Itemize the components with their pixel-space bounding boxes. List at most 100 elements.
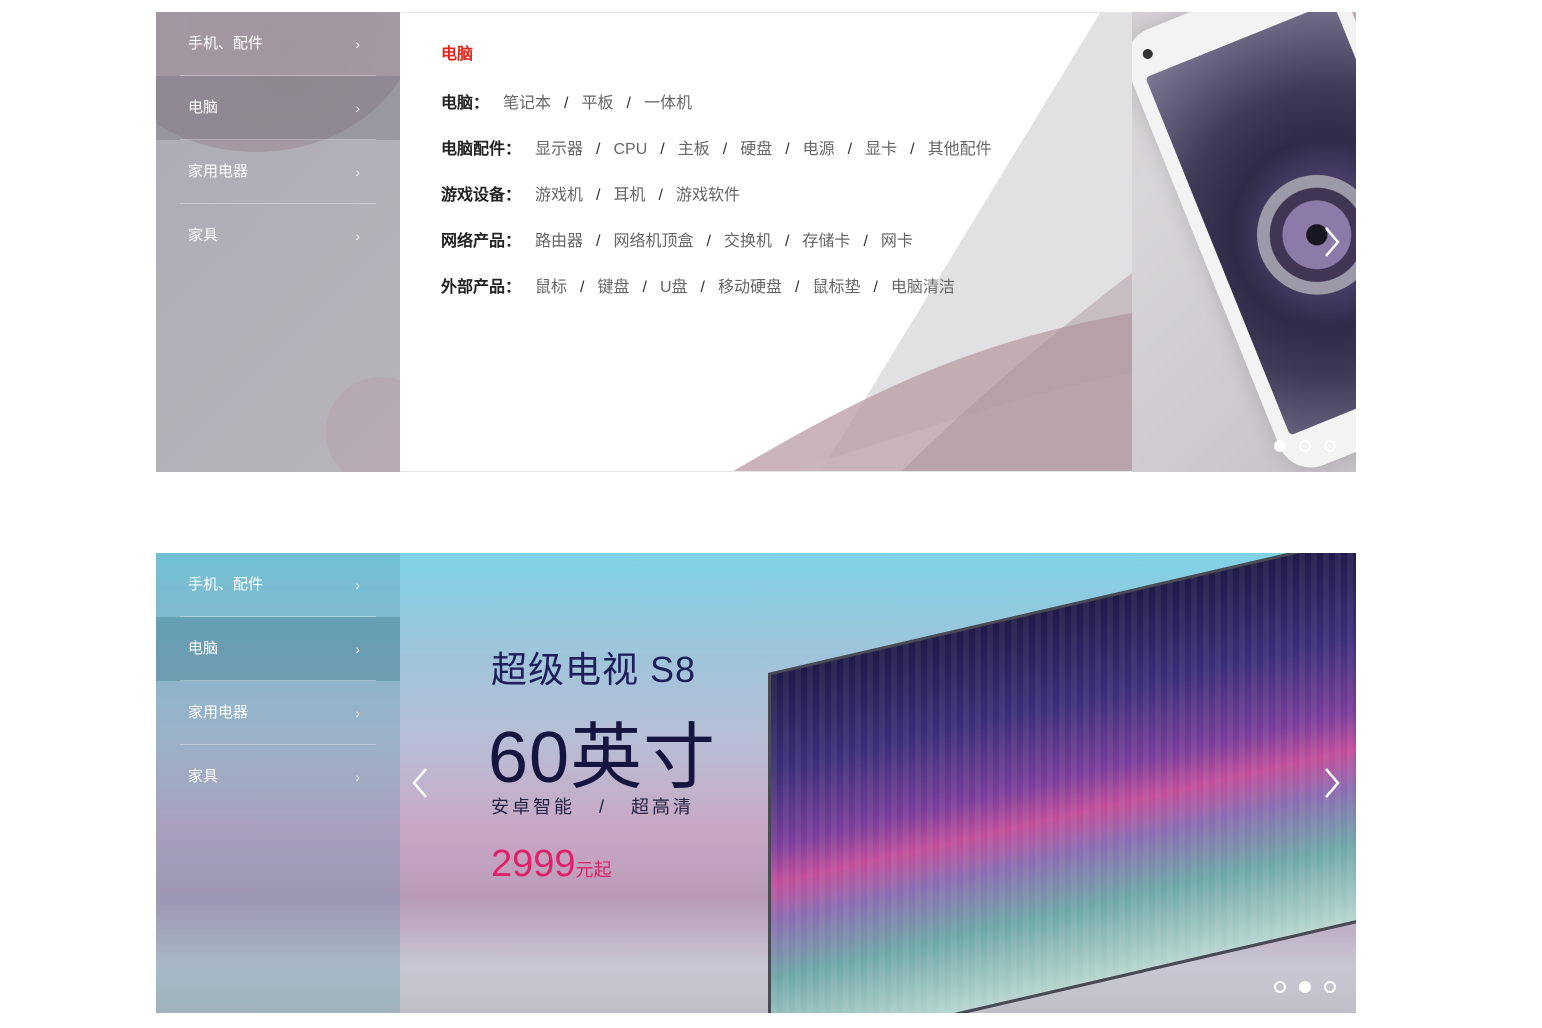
- submenu-link[interactable]: 移动硬盘: [718, 279, 782, 296]
- submenu-row-label: 电脑：: [441, 95, 490, 112]
- category-label: 手机、配件: [188, 35, 264, 52]
- submenu-link[interactable]: 网卡: [881, 233, 913, 250]
- submenu-link[interactable]: 存储卡: [802, 233, 850, 250]
- submenu-link[interactable]: 耳机: [613, 187, 645, 204]
- link-separator: /: [784, 233, 790, 250]
- sidebar-category-item[interactable]: 手机、配件 ›: [156, 12, 400, 76]
- submenu-row: 网络产品： 路由器 / 网络机顶盒 / 交换机 / 存储卡 / 网卡: [441, 227, 913, 251]
- submenu-link[interactable]: 键盘: [597, 279, 629, 296]
- sidebar-category-item[interactable]: 电脑 ›: [156, 617, 400, 681]
- link-separator: /: [847, 141, 853, 158]
- price-unit: 元起: [575, 860, 612, 880]
- submenu-link[interactable]: 路由器: [535, 233, 583, 250]
- link-separator: /: [706, 233, 711, 250]
- chevron-right-icon: ›: [355, 36, 360, 52]
- submenu-row-label: 游戏设备：: [441, 187, 522, 204]
- category-label: 电脑: [188, 99, 219, 116]
- link-separator: /: [722, 141, 728, 158]
- sidebar-category-item[interactable]: 家用电器 ›: [156, 140, 400, 204]
- chevron-right-icon: ›: [355, 705, 360, 721]
- submenu-link[interactable]: 一体机: [644, 95, 692, 112]
- category-label: 家具: [188, 227, 219, 244]
- carousel-dot[interactable]: [1274, 981, 1286, 993]
- chevron-right-icon: [1325, 227, 1340, 257]
- chevron-right-icon: ›: [355, 100, 360, 116]
- sidebar-category-item[interactable]: 家具 ›: [156, 204, 400, 268]
- submenu-row: 电脑配件： 显示器 / CPU / 主板 / 硬盘 / 电源 / 显卡 / 其他配件: [441, 135, 992, 159]
- carousel-dots: [1274, 981, 1336, 993]
- carousel-dot[interactable]: [1324, 440, 1336, 452]
- submenu-link[interactable]: 笔记本: [503, 95, 551, 112]
- link-separator: /: [596, 141, 601, 158]
- phone-product-image: [1116, 12, 1356, 472]
- submenu-row: 外部产品： 鼠标 / 键盘 / U盘 / 移动硬盘 / 鼠标垫 / 电脑清洁: [441, 273, 955, 297]
- carousel-dots: [1274, 440, 1336, 452]
- link-separator: /: [873, 279, 878, 296]
- submenu-link[interactable]: 硬盘: [740, 141, 772, 158]
- submenu-row: 游戏设备： 游戏机 / 耳机 / 游戏软件: [441, 181, 740, 205]
- link-separator: /: [863, 233, 868, 250]
- carousel-dot[interactable]: [1299, 440, 1311, 452]
- submenu-link[interactable]: 游戏软件: [676, 187, 740, 204]
- sidebar-category-item[interactable]: 家用电器 ›: [156, 681, 400, 745]
- category-submenu-panel: 电脑 电脑： 笔记本 / 平板 / 一体机 电脑配件： 显示器 / CPU / 主板 / 硬盘 / 电源 / 显卡…: [400, 12, 1132, 472]
- submenu-link[interactable]: 鼠标垫: [812, 279, 860, 296]
- chevron-left-icon: [412, 768, 427, 798]
- submenu-row-label: 外部产品：: [441, 279, 522, 296]
- link-separator: /: [660, 141, 665, 158]
- category-label: 手机、配件: [188, 576, 264, 593]
- promo-size: 60英寸: [488, 718, 717, 798]
- submenu-link[interactable]: 平板: [581, 95, 613, 112]
- submenu-link[interactable]: 电脑清洁: [891, 279, 955, 296]
- chevron-right-icon: ›: [355, 577, 360, 593]
- submenu-link[interactable]: 电源: [803, 141, 835, 158]
- submenu-link[interactable]: 其他配件: [928, 141, 992, 158]
- prev-arrow[interactable]: [410, 763, 434, 803]
- promo-title: 超级电视 S8: [491, 649, 697, 690]
- sidebar-category-item[interactable]: 电脑 ›: [156, 76, 400, 140]
- carousel-dot[interactable]: [1324, 981, 1336, 993]
- category-sidebar: 手机、配件 › 电脑 › 家用电器 › 家具 ›: [156, 12, 400, 472]
- carousel-dot[interactable]: [1299, 981, 1311, 993]
- category-label: 家用电器: [188, 163, 249, 180]
- carousel-banner-1: 手机、配件 › 电脑 › 家用电器 › 家具 › 电脑 电脑： 笔记本 / 平板 / 一体机 电脑配件： 显…: [156, 12, 1356, 472]
- category-label: 电脑: [188, 640, 219, 657]
- chevron-right-icon: ›: [355, 164, 360, 180]
- link-separator: /: [626, 95, 631, 112]
- submenu-link[interactable]: 鼠标: [535, 279, 567, 296]
- chevron-right-icon: ›: [355, 228, 360, 244]
- submenu-link[interactable]: 显示器: [535, 141, 583, 158]
- submenu-link[interactable]: 主板: [678, 141, 710, 158]
- carousel-dot[interactable]: [1274, 440, 1286, 452]
- submenu-link[interactable]: 游戏机: [535, 187, 583, 204]
- submenu-link[interactable]: CPU: [613, 141, 647, 158]
- chevron-right-icon: [1325, 768, 1340, 798]
- category-label: 家用电器: [188, 704, 249, 721]
- category-sidebar: 手机、配件 › 电脑 › 家用电器 › 家具 ›: [156, 553, 400, 1013]
- tv-screen-artwork: [771, 553, 1356, 1013]
- submenu-link[interactable]: 显卡: [865, 141, 897, 158]
- submenu-link[interactable]: 网络机顶盒: [613, 233, 693, 250]
- link-separator: /: [596, 233, 601, 250]
- sidebar-category-item[interactable]: 手机、配件 ›: [156, 553, 400, 617]
- carousel-banner-2: 手机、配件 › 电脑 › 家用电器 › 家具 › 超级电视 S8 60英寸 安卓智能 / 超高…: [156, 553, 1356, 1013]
- next-arrow[interactable]: [1322, 763, 1346, 803]
- link-separator: /: [596, 187, 601, 204]
- link-separator: /: [658, 187, 663, 204]
- sidebar-category-item[interactable]: 家具 ›: [156, 745, 400, 809]
- submenu-link[interactable]: 交换机: [724, 233, 772, 250]
- link-separator: /: [910, 141, 915, 158]
- submenu-link[interactable]: U盘: [660, 279, 688, 296]
- submenu-row: 电脑： 笔记本 / 平板 / 一体机: [441, 89, 692, 113]
- link-separator: /: [794, 279, 800, 296]
- next-arrow[interactable]: [1322, 222, 1346, 262]
- price-value: 2999: [491, 843, 576, 885]
- phone-camera: [1141, 47, 1155, 61]
- link-separator: /: [700, 279, 705, 296]
- chevron-right-icon: ›: [355, 641, 360, 657]
- submenu-row-label: 网络产品：: [441, 233, 522, 250]
- link-separator: /: [642, 279, 647, 296]
- panel-title: 电脑: [441, 46, 474, 63]
- chevron-right-icon: ›: [355, 769, 360, 785]
- promo-subtitle: 安卓智能 / 超高清: [491, 797, 695, 817]
